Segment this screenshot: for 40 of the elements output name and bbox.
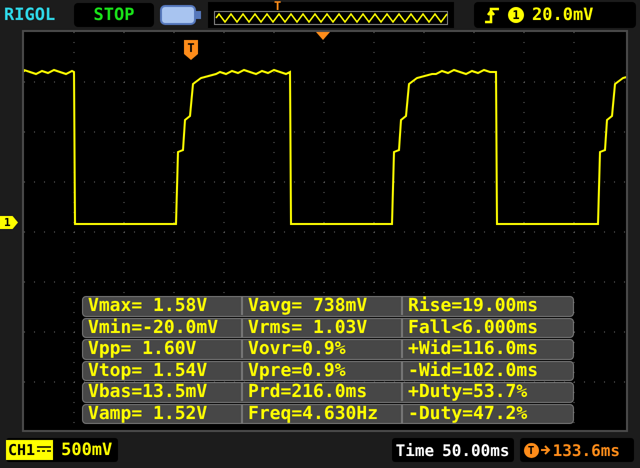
- measurement-value: -Wid=102.0ms: [401, 362, 569, 380]
- measurement-value: Vavg= 738mV: [241, 297, 401, 316]
- measurement-value: Vtop= 1.54V: [87, 362, 208, 380]
- channel-label[interactable]: CH1: [6, 440, 54, 460]
- measurement-value: Vpp= 1.60V: [87, 340, 198, 358]
- measurement-value: Fall<6.000ms: [401, 318, 569, 337]
- vertical-scale: 500mV: [61, 440, 112, 460]
- brand-logo: RIGOL: [4, 5, 56, 25]
- trigger-channel: 1: [508, 7, 524, 23]
- battery-icon: [160, 4, 202, 26]
- measurement-value: -Duty=47.2%: [401, 404, 569, 423]
- timebase-value: 50.00ms: [442, 440, 510, 460]
- memory-waveform-icon: [214, 11, 448, 25]
- measurement-value: Vamp= 1.52V: [87, 404, 208, 423]
- measurement-value: Vovr=0.9%: [241, 340, 401, 358]
- trigger-offset-marker: T: [524, 442, 539, 458]
- measurement-value: Vmin=-20.0mV: [87, 318, 220, 337]
- arrow-icon: [540, 444, 551, 456]
- measurement-value: Vmax= 1.58V: [87, 297, 208, 316]
- trigger-level-marker: [316, 32, 330, 40]
- trigger-marker: T: [184, 40, 198, 60]
- measurement-value: Rise=19.00ms: [401, 297, 569, 316]
- coupling-icon: [37, 445, 52, 455]
- run-state[interactable]: STOP: [74, 3, 154, 27]
- measurement-value: Prd=216.0ms: [241, 383, 401, 402]
- trigger-position-marker: T: [274, 0, 282, 13]
- trigger-offset: 133.6ms: [552, 440, 620, 460]
- measurement-value: Vrms= 1.03V: [241, 318, 401, 337]
- rising-edge-icon: [484, 6, 500, 24]
- time-label: Time: [396, 440, 434, 460]
- measurement-value: +Wid=116.0ms: [401, 340, 569, 358]
- trigger-panel[interactable]: 1 20.0mV: [474, 2, 636, 28]
- timebase-panel[interactable]: Time 50.00ms: [392, 438, 514, 462]
- measurement-value: Freq=4.630Hz: [241, 404, 401, 423]
- trigger-offset-panel[interactable]: T 133.6ms: [520, 438, 634, 462]
- trigger-level: 20.0mV: [532, 5, 594, 25]
- channel-marker[interactable]: 1: [0, 216, 18, 229]
- measurement-value: Vbas=13.5mV: [87, 383, 208, 402]
- measurement-value: Vpre=0.9%: [241, 362, 401, 380]
- measurement-value: +Duty=53.7%: [401, 383, 569, 402]
